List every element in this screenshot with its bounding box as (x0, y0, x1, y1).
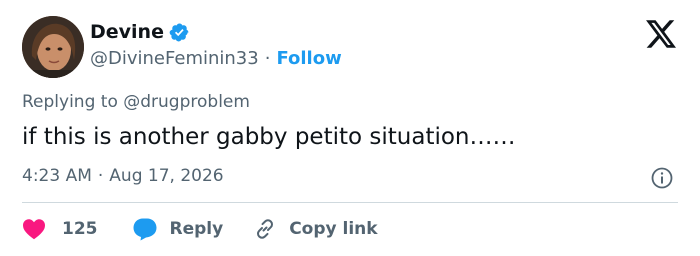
x-logo-icon[interactable] (646, 20, 676, 48)
reply-to-handle[interactable]: @drugproblem (123, 92, 250, 112)
reply-label: Reply (169, 219, 224, 239)
tweet-text: if this is another gabby petito situatio… (22, 124, 516, 150)
like-button[interactable]: 125 (22, 218, 98, 240)
divider (22, 202, 678, 203)
tweet-time[interactable]: 4:23 AM (22, 166, 92, 186)
author-handle-row: @DivineFeminin33 · Follow (90, 48, 342, 69)
author-handle[interactable]: @DivineFeminin33 (90, 48, 259, 69)
separator-dot: · (97, 166, 104, 186)
like-count: 125 (62, 219, 98, 239)
reply-bubble-icon (133, 218, 156, 241)
copy-link-label: Copy link (289, 219, 378, 239)
verified-badge-icon (169, 23, 189, 41)
info-icon[interactable] (650, 166, 674, 190)
follow-button[interactable]: Follow (276, 48, 341, 69)
separator-dot: · (264, 48, 271, 69)
avatar[interactable] (22, 16, 84, 78)
reply-button[interactable]: Reply (132, 217, 224, 241)
link-icon (257, 219, 274, 239)
reply-prefix: Replying to (22, 92, 118, 112)
author-name-row: Devine (90, 21, 190, 43)
heart-icon (23, 219, 45, 240)
author-name[interactable]: Devine (90, 21, 164, 43)
action-bar: 125 Reply Copy link (22, 216, 378, 242)
tweet-timestamp[interactable]: 4:23 AM · Aug 17, 2026 (22, 166, 224, 186)
copy-link-button[interactable]: Copy link (253, 217, 378, 241)
replying-to: Replying to @drugproblem (22, 92, 250, 112)
tweet-date[interactable]: Aug 17, 2026 (109, 166, 223, 186)
